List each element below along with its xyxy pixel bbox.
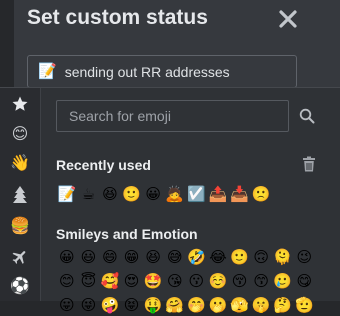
emoji-button[interactable]: 😀 xyxy=(142,183,164,205)
emoji-button[interactable]: 😃 xyxy=(78,246,100,268)
emoji-button[interactable]: 😊 xyxy=(56,270,78,292)
emoji-search-field[interactable] xyxy=(56,100,289,132)
emoji-button[interactable]: 🤫 xyxy=(250,294,272,316)
emoji-button[interactable]: 🤗 xyxy=(164,294,186,316)
emoji-button[interactable]: ☺️ xyxy=(207,270,229,292)
emoji-button[interactable]: 😇 xyxy=(78,270,100,292)
smileys-emoji-row: 😀 😃 😄 😁 😆 😅 🤣 😂 🙂 🙃 🫠 😉 xyxy=(56,246,315,268)
tree-icon[interactable] xyxy=(7,183,33,207)
emoji-button[interactable]: 😆 xyxy=(142,246,164,268)
emoji-button[interactable]: 🫢 xyxy=(207,294,229,316)
emoji-button[interactable]: 🤩 xyxy=(142,270,164,292)
emoji-button[interactable]: 😅 xyxy=(164,246,186,268)
emoji-button[interactable]: 🙇 xyxy=(164,183,186,205)
emoji-button[interactable]: 🙂 xyxy=(229,246,251,268)
emoji-button[interactable]: 🫡 xyxy=(294,294,316,316)
smileys-emoji-row: 😊 😇 🥰 😍 🤩 😘 😗 ☺️ 😚 😙 🥲 😋 xyxy=(56,270,315,292)
emoji-button[interactable]: 😚 xyxy=(229,270,251,292)
emoji-button[interactable]: 😆 xyxy=(99,183,121,205)
emoji-button[interactable]: 😁 xyxy=(121,246,143,268)
emoji-button[interactable]: 😘 xyxy=(164,270,186,292)
emoji-button[interactable]: 😙 xyxy=(250,270,272,292)
status-text[interactable]: sending out RR addresses xyxy=(65,64,230,80)
emoji-button[interactable]: 😗 xyxy=(186,270,208,292)
emoji-button[interactable]: 😜 xyxy=(78,294,100,316)
close-icon[interactable] xyxy=(278,5,302,31)
recently-used-emoji-row: 📝 ☕ 😆 🙂 😀 🙇 ☑️ 📤 📥 🙁 xyxy=(56,183,272,205)
soccer-ball-icon[interactable]: ⚽ xyxy=(7,274,33,298)
emoji-button[interactable]: 🤭 xyxy=(186,294,208,316)
emoji-category-bar: 😊 👋 🍔 ⚽ xyxy=(0,88,41,301)
memo-emoji-icon[interactable]: 📝 xyxy=(38,64,57,79)
emoji-button[interactable]: ☕ xyxy=(78,183,100,205)
star-icon[interactable] xyxy=(7,92,33,116)
smileys-emoji-row: 😛 😜 🤪 😝 🤑 🤗 🤭 🫢 🫣 🤫 🤔 🫡 xyxy=(56,294,315,316)
emoji-button[interactable]: 🤔 xyxy=(272,294,294,316)
smileys-heading: Smileys and Emotion xyxy=(56,226,198,242)
emoji-button[interactable]: 🤪 xyxy=(99,294,121,316)
recently-used-heading: Recently used xyxy=(56,157,151,173)
emoji-button[interactable]: 🤑 xyxy=(142,294,164,316)
burger-icon[interactable]: 🍔 xyxy=(7,214,33,238)
emoji-button[interactable]: 😍 xyxy=(121,270,143,292)
emoji-button[interactable]: 😝 xyxy=(121,294,143,316)
waving-hand-icon[interactable]: 👋 xyxy=(7,151,33,175)
emoji-button[interactable]: 🥲 xyxy=(272,270,294,292)
emoji-button[interactable]: 😀 xyxy=(56,246,78,268)
emoji-button[interactable]: 🫣 xyxy=(229,294,251,316)
emoji-search-input[interactable] xyxy=(67,107,278,125)
emoji-button[interactable]: 😉 xyxy=(294,246,316,268)
emoji-button[interactable]: 🙃 xyxy=(250,246,272,268)
emoji-picker: 😊 👋 🍔 ⚽ Recently used 📝☕😆🙂😀🙇☑️📤📥🙁 xyxy=(0,87,340,314)
search-icon[interactable] xyxy=(295,105,319,127)
emoji-button[interactable]: 📝 xyxy=(56,183,78,205)
emoji-button[interactable]: ☑️ xyxy=(186,183,208,205)
emoji-button[interactable]: 😋 xyxy=(294,270,316,292)
status-input[interactable]: 📝 sending out RR addresses xyxy=(27,55,297,88)
emoji-button[interactable]: 📥 xyxy=(229,183,251,205)
emoji-button[interactable]: 🤣 xyxy=(186,246,208,268)
emoji-button[interactable]: 😂 xyxy=(207,246,229,268)
emoji-button[interactable]: 📤 xyxy=(207,183,229,205)
emoji-button[interactable]: 🫠 xyxy=(272,246,294,268)
emoji-button[interactable]: 🙁 xyxy=(250,183,272,205)
trash-icon[interactable] xyxy=(302,156,318,174)
emoji-button[interactable]: 🙂 xyxy=(121,183,143,205)
emoji-button[interactable]: 😄 xyxy=(99,246,121,268)
emoji-button[interactable]: 😛 xyxy=(56,294,78,316)
emoji-button[interactable]: 🥰 xyxy=(99,270,121,292)
modal-title: Set custom status xyxy=(27,6,208,29)
airplane-icon[interactable] xyxy=(7,245,33,269)
smiley-icon[interactable]: 😊 xyxy=(7,122,33,146)
